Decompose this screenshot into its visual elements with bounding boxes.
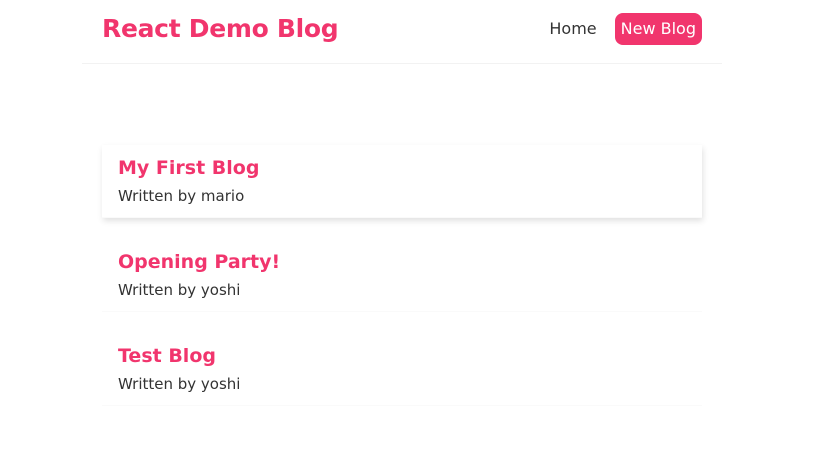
blog-author: Written by yoshi — [118, 375, 241, 393]
site-brand: React Demo Blog — [102, 14, 339, 43]
new-blog-button[interactable]: New Blog — [614, 13, 702, 45]
blog-preview[interactable]: Test Blog Written by yoshi — [102, 333, 702, 406]
blog-author: Written by mario — [118, 187, 245, 205]
blog-title[interactable]: My First Blog — [118, 155, 686, 181]
blog-preview[interactable]: Opening Party! Written by yoshi — [102, 239, 702, 312]
home-link[interactable]: Home — [543, 13, 602, 45]
blog-title[interactable]: Test Blog — [118, 343, 686, 369]
app-root: React Demo Blog Home New Blog My First B… — [0, 0, 832, 470]
nav-links: Home New Blog — [539, 13, 702, 45]
blog-list: My First Blog Written by mario Opening P… — [102, 145, 702, 427]
blog-preview[interactable]: My First Blog Written by mario — [102, 145, 702, 218]
blog-title[interactable]: Opening Party! — [118, 249, 686, 275]
navbar: React Demo Blog Home New Blog — [82, 0, 722, 64]
blog-author: Written by yoshi — [118, 281, 241, 299]
